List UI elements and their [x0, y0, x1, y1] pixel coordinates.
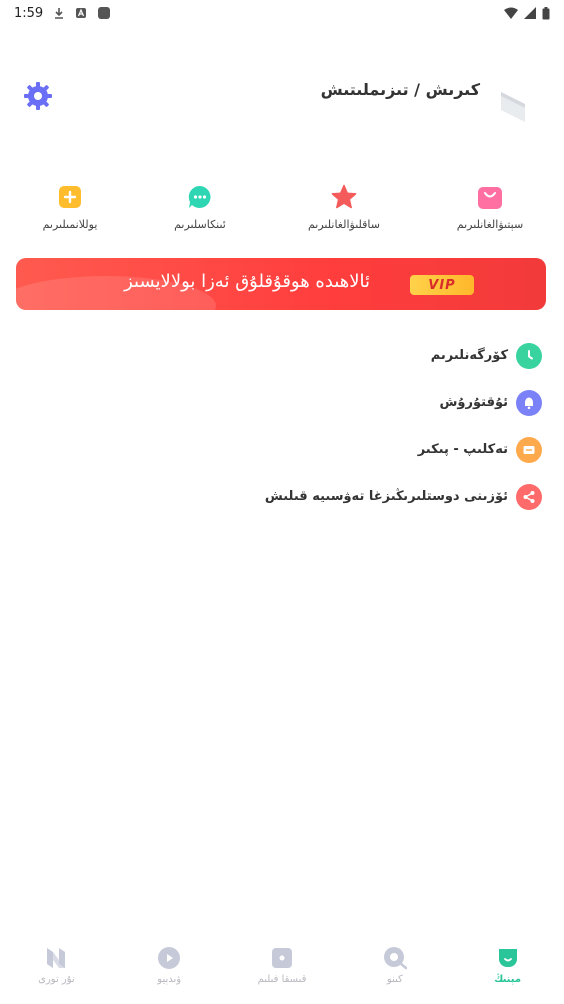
menu-label: تەكلىپ - پىكىر	[417, 442, 508, 457]
download-icon	[55, 8, 64, 19]
menu-label: ئۆزىنى دوستلىرىڭىزغا تەۋسىيە قىلىش	[264, 489, 508, 504]
bell-icon	[516, 389, 542, 416]
nav-item-mine[interactable]: مېنىڭ	[451, 940, 564, 1004]
menu-label: ئۇقتۇرۇش	[439, 395, 508, 410]
shopping-bag-icon	[478, 187, 502, 209]
avatar[interactable]	[498, 86, 528, 126]
quick-label: يوللانمىلىرىم	[42, 218, 98, 231]
quick-label: ساقلىۋالغانلىرىم	[307, 218, 380, 231]
quick-purchased[interactable]: سېتىۋالغانلىرىم	[430, 180, 550, 231]
logo-icon	[47, 948, 66, 968]
gear-icon	[24, 82, 52, 110]
menu-item-history[interactable]: كۆرگەنلىرىم	[142, 332, 542, 379]
plus-icon	[59, 186, 81, 208]
quick-label: سېتىۋالغانلىرىم	[456, 218, 524, 231]
nav-label: كىنو	[386, 974, 403, 985]
status-bar: 1:59	[0, 0, 564, 26]
share-icon	[516, 483, 542, 510]
status-left: 1:59	[14, 6, 111, 21]
short-film-icon	[272, 948, 292, 968]
nav-label: قىسقا فىلىم	[257, 974, 307, 985]
nav-item-nurtori[interactable]: نۇر تورى	[0, 940, 113, 1004]
menu-list: كۆرگەنلىرىم ئۇقتۇرۇش تەكلىپ - پىكىر ئۆزى…	[142, 332, 542, 520]
nav-item-video[interactable]: ۋىدېيو	[113, 940, 226, 1004]
quick-favorites[interactable]: ساقلىۋالغانلىرىم	[284, 180, 404, 231]
nav-label: مېنىڭ	[494, 974, 522, 985]
nav-label: نۇر تورى	[38, 974, 75, 985]
square-icon	[98, 7, 111, 19]
quick-posts[interactable]: يوللانمىلىرىم	[10, 180, 130, 231]
vip-banner[interactable]: ئالاھىدە ھوقۇقلۇق ئەزا بولالايسىز VIP	[16, 258, 546, 310]
search-film-icon	[383, 947, 407, 970]
status-right	[504, 6, 550, 20]
chat-icon	[188, 185, 211, 208]
login-register-link[interactable]: كىرىش / تىزىملىتىش	[321, 80, 480, 99]
quick-comments[interactable]: ئىنكاسلىرىم	[140, 180, 260, 231]
menu-item-share[interactable]: ئۆزىنى دوستلىرىڭىزغا تەۋسىيە قىلىش	[142, 473, 542, 520]
menu-item-notifications[interactable]: ئۇقتۇرۇش	[142, 379, 542, 426]
wifi-icon	[504, 7, 518, 19]
battery-icon	[542, 6, 550, 19]
quick-label: ئىنكاسلىرىم	[174, 218, 226, 231]
vip-banner-text: ئالاھىدە ھوقۇقلۇق ئەزا بولالايسىز	[124, 271, 370, 292]
quick-actions: سېتىۋالغانلىرىم ساقلىۋالغانلىرىم ئىنكاسل…	[0, 180, 564, 240]
nav-label: ۋىدېيو	[157, 974, 182, 985]
settings-button[interactable]	[22, 80, 54, 112]
font-icon	[76, 8, 87, 18]
star-icon	[331, 184, 357, 209]
play-icon	[158, 947, 181, 969]
menu-label: كۆرگەنلىرىم	[430, 348, 508, 363]
vip-badge: VIP	[410, 275, 474, 295]
signal-icon	[524, 7, 536, 19]
message-icon	[516, 436, 542, 463]
nav-item-short-film[interactable]: قىسقا فىلىم	[226, 940, 339, 1004]
bottom-nav: مېنىڭ كىنو قىسقا فىلىم ۋىدېيو نۇر تورى	[0, 940, 564, 1004]
logo-icon	[501, 92, 525, 122]
status-time: 1:59	[14, 5, 44, 21]
nav-item-cinema[interactable]: كىنو	[338, 940, 451, 1004]
clock-icon	[516, 342, 542, 369]
profile-icon	[498, 949, 517, 967]
menu-item-feedback[interactable]: تەكلىپ - پىكىر	[142, 426, 542, 473]
